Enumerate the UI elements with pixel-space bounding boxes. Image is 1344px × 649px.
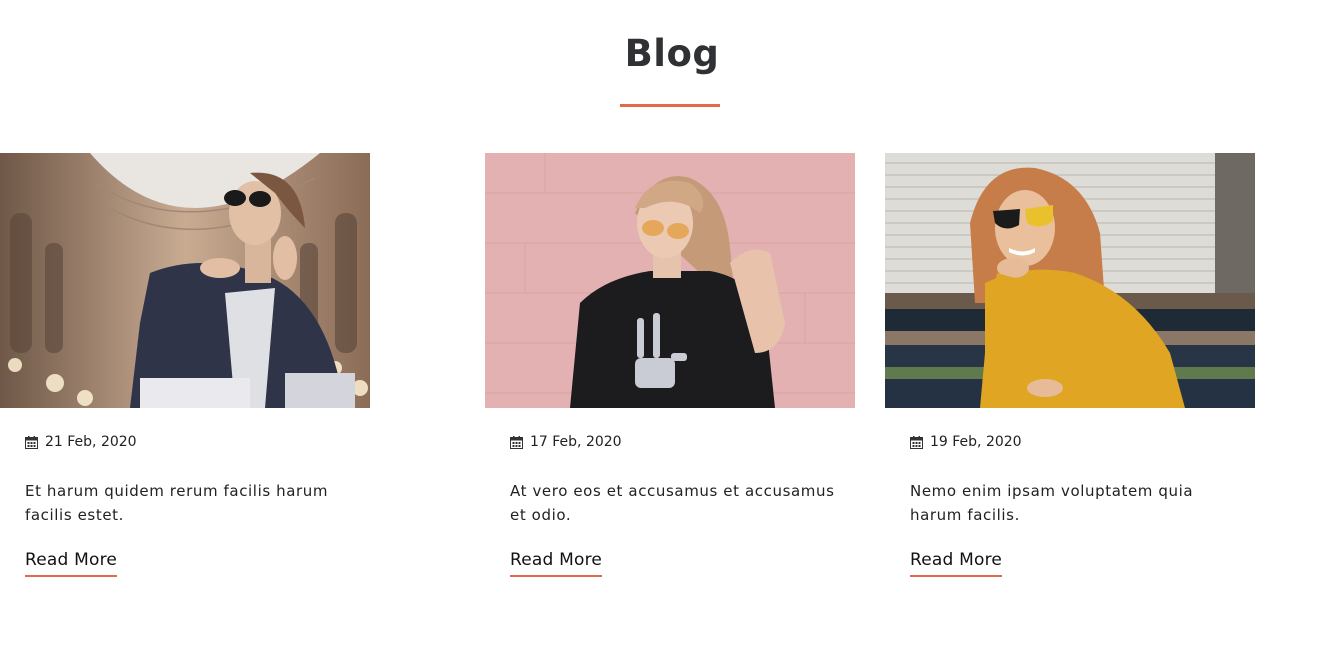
post-excerpt: At vero eos et accusamus et accusamus et… <box>510 482 835 524</box>
read-more-link[interactable]: Read More <box>910 550 1003 577</box>
calendar-icon <box>910 435 923 449</box>
read-more-link[interactable]: Read More <box>25 550 118 577</box>
blog-section: Blog 17 Feb, 2020 At vero eos et accusam… <box>0 0 1344 649</box>
blog-card: 17 Feb, 2020 At vero eos et accusamus et… <box>485 153 855 577</box>
blog-card: 19 Feb, 2020 Nemo enim ipsam voluptatem … <box>885 153 1255 577</box>
blog-card-image[interactable] <box>485 153 855 408</box>
post-date: 19 Feb, 2020 <box>910 434 1022 450</box>
title-underline <box>620 104 720 107</box>
section-title: Blog <box>624 32 720 75</box>
post-excerpt: Et harum quidem rerum facilis harum faci… <box>25 482 329 524</box>
blog-card: 21 Feb, 2020 Et harum quidem rerum facil… <box>0 153 370 577</box>
blog-card-image[interactable] <box>885 153 1255 408</box>
post-date-text: 21 Feb, 2020 <box>45 434 137 450</box>
post-date: 17 Feb, 2020 <box>510 434 622 450</box>
post-date-text: 17 Feb, 2020 <box>530 434 622 450</box>
post-excerpt: Nemo enim ipsam voluptatem quia harum fa… <box>910 482 1194 524</box>
calendar-icon <box>510 435 523 449</box>
calendar-icon <box>25 435 38 449</box>
post-date-text: 19 Feb, 2020 <box>930 434 1022 450</box>
blog-card-image[interactable] <box>0 153 370 408</box>
read-more-link[interactable]: Read More <box>510 550 603 577</box>
post-date: 21 Feb, 2020 <box>25 434 137 450</box>
